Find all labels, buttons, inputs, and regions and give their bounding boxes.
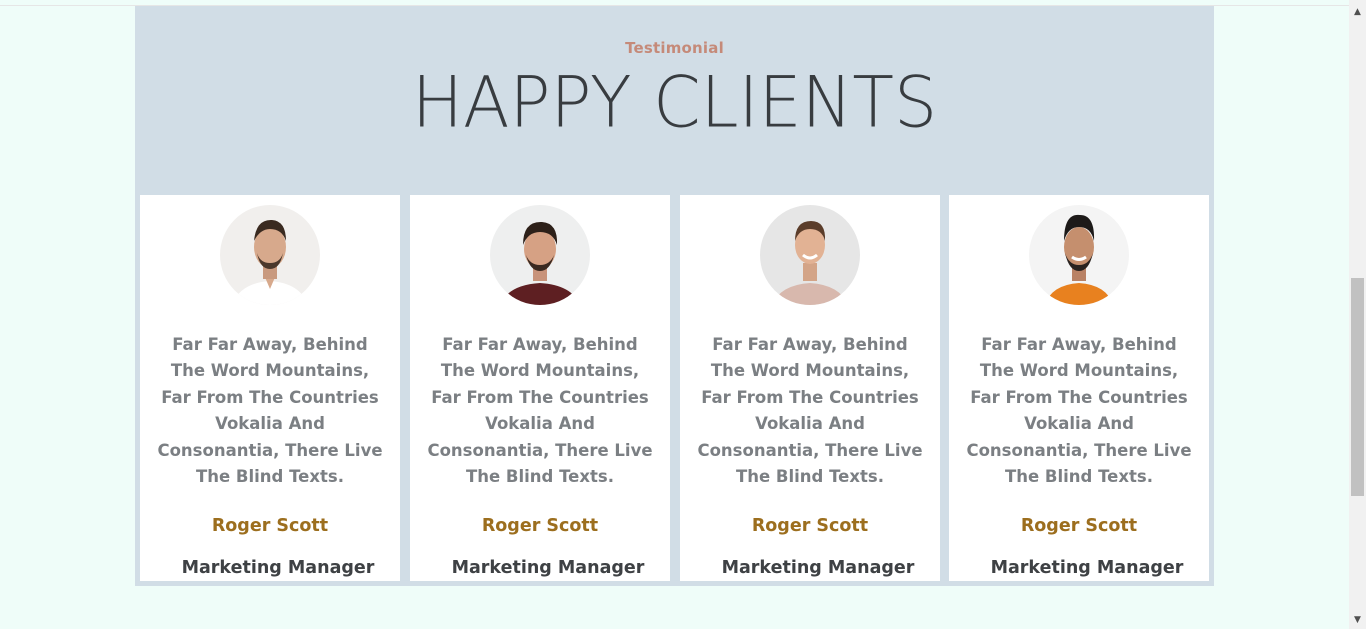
testimonial-quote: Far Far Away, Behind The Word Mountains,… [427, 335, 653, 487]
client-role: Marketing Manager [451, 558, 645, 578]
client-avatar [1029, 205, 1129, 305]
client-name: Roger Scott [751, 516, 869, 536]
testimonial-card: Far Far Away, Behind The Word Mountains,… [949, 195, 1209, 581]
client-role: Marketing Manager [721, 558, 915, 578]
testimonial-card: Far Far Away, Behind The Word Mountains,… [680, 195, 940, 581]
person-photo-icon [1029, 205, 1129, 305]
vertical-scrollbar[interactable]: ▲ ▼ [1349, 0, 1366, 629]
client-name: Roger Scott [481, 516, 599, 536]
testimonial-quote: Far Far Away, Behind The Word Mountains,… [157, 335, 383, 487]
person-photo-icon [220, 205, 320, 305]
client-name: Roger Scott [1020, 516, 1138, 536]
section-heading: HAPPY CLIENTS [411, 62, 938, 145]
client-name: Roger Scott [211, 516, 329, 536]
testimonial-quote: Far Far Away, Behind The Word Mountains,… [966, 335, 1192, 487]
section-eyebrow: Testimonial [625, 39, 724, 57]
client-avatar [220, 205, 320, 305]
testimonial-card: Far Far Away, Behind The Word Mountains,… [410, 195, 670, 581]
testimonial-card: Far Far Away, Behind The Word Mountains,… [140, 195, 400, 581]
client-avatar [490, 205, 590, 305]
person-photo-icon [490, 205, 590, 305]
client-role: Marketing Manager [990, 558, 1184, 578]
scroll-thumb[interactable] [1351, 278, 1364, 496]
testimonial-quote: Far Far Away, Behind The Word Mountains,… [697, 335, 923, 487]
testimonial-section: Testimonial HAPPY CLIENTS Far Far Away, … [135, 6, 1214, 586]
scroll-up-icon[interactable]: ▲ [1349, 4, 1366, 21]
client-avatar [760, 205, 860, 305]
person-photo-icon [760, 205, 860, 305]
scroll-down-icon[interactable]: ▼ [1349, 612, 1366, 629]
client-role: Marketing Manager [181, 558, 375, 578]
